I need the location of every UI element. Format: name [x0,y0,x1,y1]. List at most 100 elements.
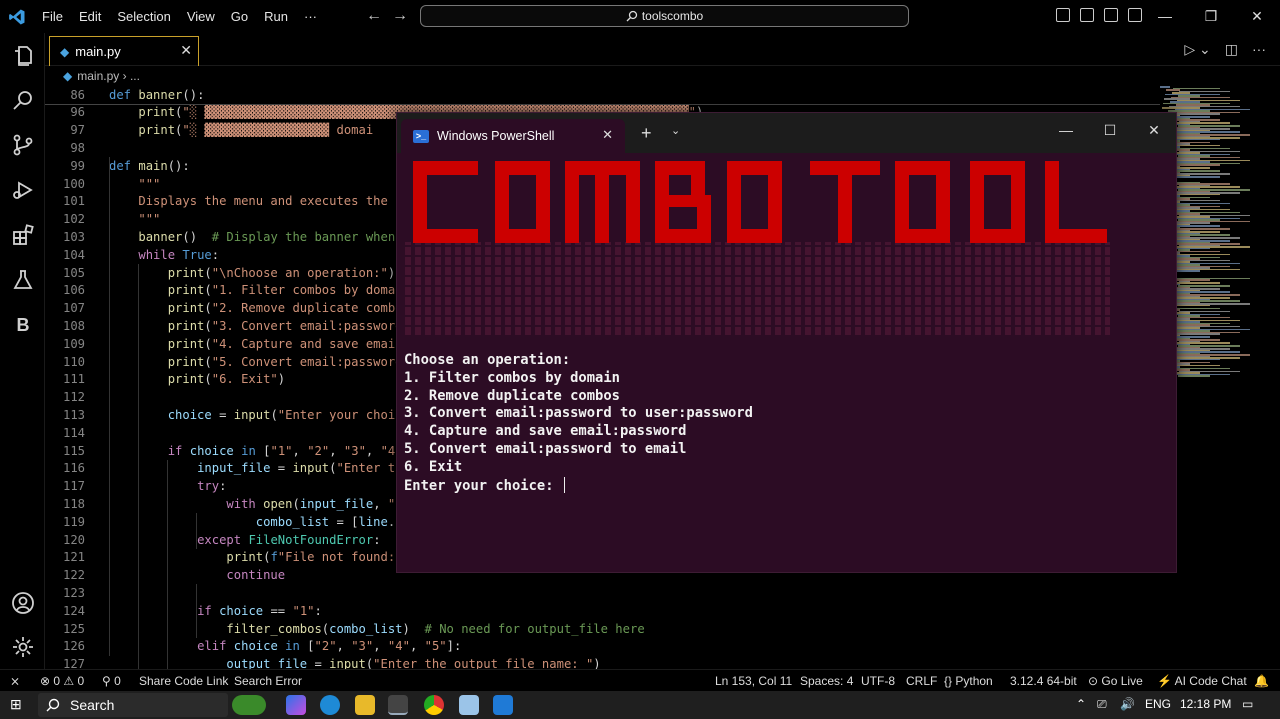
tab-dropdown-chevron-icon[interactable]: ⌄ [671,124,680,137]
minimize-icon[interactable]: — [1142,0,1188,33]
source-control-icon[interactable] [9,131,37,159]
end-of-line[interactable]: CRLF [906,674,937,688]
breadcrumb-more[interactable]: ... [130,69,140,83]
back-arrow-icon[interactable]: ← [366,7,382,25]
more-actions-icon[interactable]: ··· [1252,41,1266,58]
toggle-secondary-sidebar-icon[interactable] [1104,8,1118,22]
terminal-minimize-icon[interactable]: — [1044,113,1088,147]
run-debug-icon[interactable] [9,176,37,204]
notifications-bell-icon[interactable]: 🔔 [1254,674,1269,688]
terminal-header: >_ Windows PowerShell ✕ + ⌄ — ☐ ✕ [397,113,1176,153]
menu-run[interactable]: Run [256,0,296,33]
cursor-position[interactable]: Ln 153, Col 11 [715,674,792,688]
code-line[interactable]: 86 def banner(): [45,87,1160,105]
copilot-icon[interactable] [286,695,306,715]
language-mode[interactable]: {} Python [944,674,993,688]
terminal-maximize-icon[interactable]: ☐ [1088,113,1132,147]
minimap-line [1175,358,1220,360]
go-live[interactable]: ⊙ Go Live [1088,674,1143,688]
taskbar-search[interactable]: Search [38,693,228,717]
command-center-text: toolscombo [641,9,704,23]
terminal-app-icon[interactable] [388,695,408,715]
b-extension-icon[interactable]: B [9,311,37,339]
toggle-panel-icon[interactable] [1080,8,1094,22]
toggle-sidebar-icon[interactable] [1056,8,1070,22]
terminal-output[interactable]: Choose an operation: 1. Filter combos by … [404,352,753,495]
search-error[interactable]: Search Error [234,674,302,688]
remote-icon[interactable]: ⨯ [10,674,20,688]
tab-main-py[interactable]: ◆ main.py ✕ [49,36,199,66]
windows-taskbar: ⊞ Search ⌃ ⎚ 🔊 ENG 12:18 PM ▭ [0,691,1280,719]
terminal-tab[interactable]: >_ Windows PowerShell ✕ [401,119,625,153]
problems-indicator[interactable]: ⊗ 0 ⚠ 0 [40,674,84,688]
minimap[interactable] [1160,86,1280,669]
clock[interactable]: 12:18 PM [1180,697,1231,711]
line-number: 111 [62,372,85,387]
minimap-line [1174,113,1220,115]
command-center-search[interactable]: toolscombo [420,5,909,27]
indent-guide [196,513,197,549]
extensions-icon[interactable] [9,221,37,249]
testing-flask-icon[interactable] [9,266,37,294]
code-text: elif choice in ["2", "3", "4", "5"]: [197,639,462,654]
code-text: output_file = input("Enter the output fi… [226,657,601,669]
menu-more[interactable]: ··· [296,0,325,33]
line-number: 108 [62,318,85,333]
code-text: while True: [138,247,220,262]
terminal-close-icon[interactable]: ✕ [1132,113,1176,147]
customize-layout-icon[interactable] [1128,8,1142,22]
run-python-icon[interactable]: ▷ ⌄ [1184,41,1210,58]
python-file-icon: ◆ [63,69,73,83]
file-explorer-icon[interactable] [355,695,375,715]
encoding[interactable]: UTF-8 [861,674,895,688]
close-icon[interactable]: ✕ [1234,0,1280,33]
code-line[interactable]: 125 filter_combos(combo_list) # No need … [45,621,1160,639]
code-text: with open(input_file, "r [226,496,402,511]
menu-go[interactable]: Go [223,0,256,33]
menu-file[interactable]: File [34,0,71,33]
breadcrumb-file[interactable]: main.py [77,69,119,83]
ports-indicator[interactable]: ⚲ 0 [102,674,121,688]
ai-code-chat[interactable]: ⚡ AI Code Chat [1157,674,1247,688]
forward-arrow-icon[interactable]: → [392,7,408,25]
input-language[interactable]: ENG [1145,697,1171,711]
network-icon[interactable]: ⎚ [1097,697,1107,712]
menu-edit[interactable]: Edit [71,0,109,33]
terminal-line: 2. Remove duplicate combos [404,387,620,404]
manage-gear-icon[interactable] [9,633,37,661]
ai-code-chat-label: AI Code Chat [1174,674,1247,688]
python-interpreter[interactable]: 3.12.4 64-bit [1010,674,1077,688]
windows-start-icon[interactable]: ⊞ [10,696,22,713]
breadcrumb: ◆ main.py › ... [45,66,1280,86]
line-number: 118 [62,496,85,511]
code-line[interactable]: 124 if choice == "1": [45,603,1160,621]
search-icon[interactable] [9,86,37,114]
edge-icon[interactable] [320,695,340,715]
notification-center-icon[interactable]: ▭ [1242,697,1253,711]
widget-icon[interactable] [232,695,266,715]
code-text: print("2. Remove duplicate combo [167,301,403,316]
code-line[interactable]: 126 elif choice in ["2", "3", "4", "5"]: [45,638,1160,656]
share-code-link[interactable]: Share Code Link [139,674,228,688]
account-icon[interactable] [9,589,37,617]
code-line[interactable]: 127 output_file = input("Enter the outpu… [45,656,1160,669]
vscode-app-icon[interactable] [493,695,513,715]
new-tab-plus-icon[interactable]: + [641,123,652,144]
code-text: if choice == "1": [197,603,322,618]
menu-view[interactable]: View [179,0,223,33]
tray-chevron-icon[interactable]: ⌃ [1076,697,1086,711]
line-number: 125 [62,621,85,636]
text-cursor[interactable] [563,476,565,493]
terminal-tab-close-icon[interactable]: ✕ [602,127,613,143]
language-label: Python [955,674,993,688]
notepad-icon[interactable] [459,695,479,715]
restore-icon[interactable]: ❐ [1188,0,1234,33]
code-line[interactable]: 123 [45,585,1160,603]
chrome-icon[interactable] [424,695,444,715]
menu-selection[interactable]: Selection [109,0,178,33]
volume-icon[interactable]: 🔊 [1120,697,1135,711]
indentation[interactable]: Spaces: 4 [800,674,853,688]
split-editor-icon[interactable]: ◫ [1225,41,1238,58]
explorer-icon[interactable] [9,42,37,70]
tab-close-icon[interactable]: ✕ [180,42,192,59]
